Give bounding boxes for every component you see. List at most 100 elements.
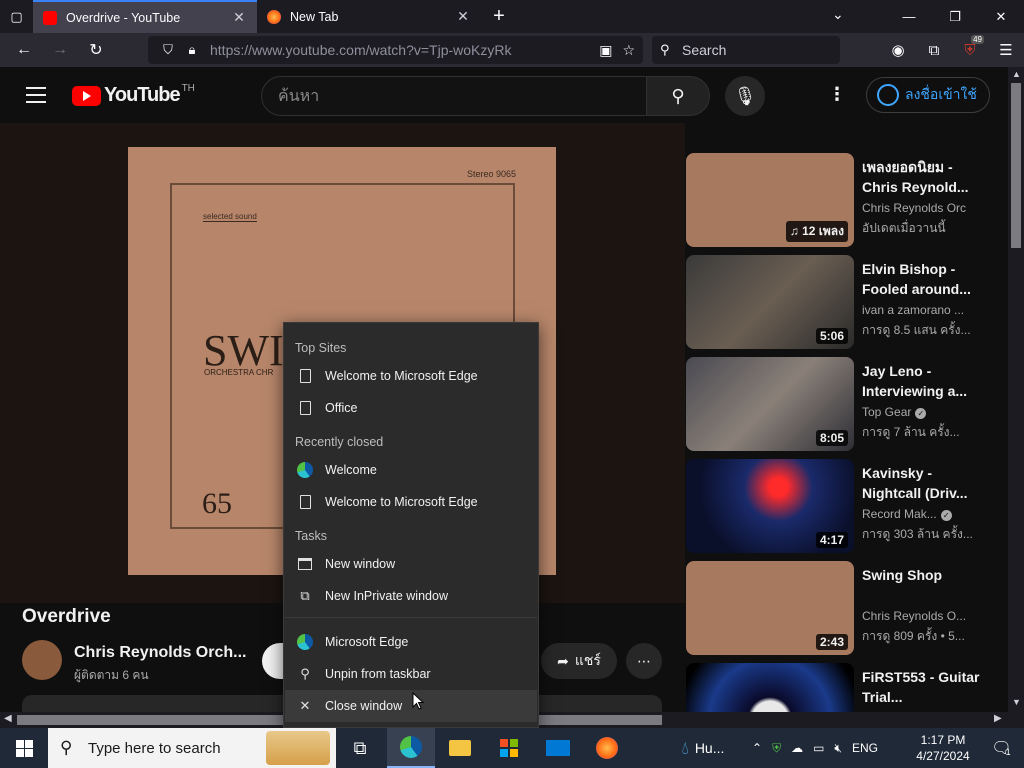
search-icon: ⚲ [660, 42, 670, 57]
notification-center-icon[interactable]: 🗨︎ 1 [978, 728, 1024, 768]
taskbar-clock[interactable]: 1:17 PM 4/27/2024 [910, 732, 976, 764]
jumplist-item-label: Welcome to Microsoft Edge [325, 369, 478, 383]
youtube-search-input[interactable]: ค้นหา [261, 76, 647, 116]
onedrive-cloud-icon[interactable]: ☁ [791, 741, 803, 755]
jumplist-item-close[interactable]: ✕ Close window [285, 690, 537, 722]
bookmark-star-icon[interactable]: ☆ [622, 42, 635, 59]
jumplist-item-recent[interactable]: Welcome [285, 454, 537, 486]
volume-muted-icon[interactable]: 🔇︎ [834, 741, 842, 756]
rec-title[interactable]: เพลงยอดนิยม - Chris Reynold... [862, 157, 992, 197]
tab-youtube[interactable]: Overdrive - YouTube ✕ [33, 0, 257, 33]
vertical-scrollbar[interactable]: ▲ ▼ [1008, 67, 1024, 712]
channel-avatar[interactable] [22, 640, 62, 680]
rec-title[interactable]: Jay Leno - Interviewing a... [862, 361, 992, 401]
scroll-down-arrow-icon[interactable]: ▼ [1012, 697, 1021, 707]
ublock-icon[interactable]: ⛨ 49 [952, 33, 988, 67]
extensions-icon[interactable]: ⧉ [916, 33, 952, 67]
ublock-badge: 49 [971, 35, 984, 44]
rec-title[interactable]: Elvin Bishop - Fooled around... [862, 259, 992, 299]
tab-title: New Tab [290, 9, 339, 24]
scrollbar-corner [1008, 712, 1024, 728]
share-button[interactable]: ➦ แชร์ [541, 643, 617, 679]
settings-kebab-icon[interactable]: ⋮ [828, 84, 846, 105]
scroll-right-arrow-icon[interactable]: ▶ [994, 713, 1002, 724]
video-thumbnail[interactable]: 4:17 [686, 459, 854, 553]
task-view-icon[interactable]: ⧉ [336, 728, 384, 768]
shield-icon[interactable]: ⛉ [156, 42, 180, 58]
lock-icon[interactable]: 🔒︎ [180, 42, 204, 58]
search-icon: ⚲ [60, 738, 73, 757]
scroll-left-arrow-icon[interactable]: ◀ [4, 713, 12, 724]
user-icon [877, 84, 899, 106]
weather-widget[interactable]: 💧︎ Hu... [668, 728, 738, 768]
album-selected-text: selected sound [203, 212, 257, 222]
forward-arrow-icon[interactable]: → [42, 33, 78, 67]
rec-meta: การดู 7 ล้าน ครั้ง... [862, 425, 960, 439]
close-tab-icon[interactable]: ✕ [231, 9, 247, 26]
rec-title[interactable]: Swing Shop [862, 565, 992, 585]
sign-in-button[interactable]: ลงชื่อเข้าใช้ [866, 77, 990, 113]
video-thumbnail[interactable]: 2:43 [686, 561, 854, 655]
jumplist-item-label: New window [325, 557, 396, 571]
rec-title[interactable]: Kavinsky - Nightcall (Driv... [862, 463, 992, 503]
taskbar-search-box[interactable]: ⚲ Type here to search [48, 728, 336, 768]
firefox-taskbar-icon[interactable] [583, 728, 631, 768]
back-arrow-icon[interactable]: ← [6, 33, 42, 67]
jumplist-item-new-window[interactable]: New window [285, 548, 537, 580]
jumplist-item-app[interactable]: Microsoft Edge [285, 626, 537, 658]
show-hidden-icons-chevron-icon[interactable]: ⌃ [752, 741, 762, 755]
rec-channel[interactable]: Record Mak... ✓ [862, 507, 992, 521]
restore-icon[interactable]: ❐ [932, 0, 978, 33]
weather-label: Hu... [694, 740, 725, 756]
close-tab-icon[interactable]: ✕ [455, 8, 471, 25]
video-thumbnail[interactable]: 8:05 [686, 357, 854, 451]
taskbar-jump-list: Top Sites Welcome to Microsoft Edge Offi… [283, 322, 539, 728]
reader-view-icon[interactable]: ▣ [599, 42, 612, 59]
rec-channel[interactable]: Chris Reynolds Orc [862, 201, 992, 215]
scroll-up-arrow-icon[interactable]: ▲ [1012, 69, 1021, 79]
jumplist-item-label: Unpin from taskbar [325, 667, 431, 681]
input-language[interactable]: ENG [852, 741, 878, 755]
new-tab-plus-icon[interactable]: + [481, 5, 517, 28]
youtube-logo[interactable]: YouTube TH [72, 83, 195, 107]
start-button[interactable] [0, 728, 48, 768]
video-thumbnail[interactable]: ♫ 12 เพลง [686, 153, 854, 247]
microsoft-store-icon[interactable] [485, 728, 533, 768]
tab-new-tab[interactable]: New Tab ✕ [257, 0, 481, 33]
jumplist-item-recent[interactable]: Welcome to Microsoft Edge [285, 486, 537, 518]
reload-icon[interactable]: ↻ [78, 33, 114, 67]
edge-taskbar-icon[interactable] [387, 728, 435, 768]
rec-title[interactable]: FiRST553 - Guitar Trial... [862, 667, 992, 707]
file-explorer-icon[interactable] [436, 728, 484, 768]
minimize-icon[interactable]: — [886, 0, 932, 33]
jumplist-item-inprivate[interactable]: ⧉ New InPrivate window [285, 580, 537, 612]
jumplist-item-top-site[interactable]: Office [285, 392, 537, 424]
account-icon[interactable]: ◉ [880, 33, 916, 67]
scrollbar-thumb[interactable] [1011, 83, 1021, 248]
recently-closed-header: Recently closed [295, 435, 384, 449]
youtube-search-button[interactable]: ⚲ [646, 76, 710, 116]
url-text[interactable]: https://www.youtube.com/watch?v=Tjp-woKz… [210, 42, 599, 58]
rec-channel[interactable]: Top Gear ✓ [862, 405, 992, 419]
network-icon[interactable]: ▭ [813, 741, 824, 755]
rec-channel[interactable]: Chris Reynolds O... [862, 609, 992, 623]
more-actions-button[interactable]: ⋯ [626, 643, 662, 679]
jumplist-item-top-site[interactable]: Welcome to Microsoft Edge [285, 360, 537, 392]
guide-menu-icon[interactable] [26, 87, 46, 108]
microphone-icon[interactable]: 🎙︎ [725, 76, 765, 116]
tab-strip: ▢ Overdrive - YouTube ✕ New Tab ✕ + ⌄ — … [0, 0, 1024, 33]
channel-name[interactable]: Chris Reynolds Orch... [74, 644, 246, 662]
jumplist-item-unpin[interactable]: ⚲ Unpin from taskbar [285, 658, 537, 690]
security-shield-icon[interactable]: ⛨ [772, 741, 781, 756]
close-window-icon[interactable]: ✕ [978, 0, 1024, 33]
rec-channel[interactable]: ivan a zamorano ... [862, 303, 992, 317]
menu-hamburger-icon[interactable]: ☰ [988, 33, 1024, 67]
video-duration: 8:05 [815, 430, 848, 446]
video-thumbnail[interactable]: 5:06 [686, 255, 854, 349]
search-bar[interactable]: ⚲ Search [652, 36, 840, 64]
mail-icon[interactable] [534, 728, 582, 768]
video-thumbnail[interactable] [686, 663, 854, 712]
url-bar[interactable]: ⛉ 🔒︎ https://www.youtube.com/watch?v=Tjp… [148, 36, 643, 64]
chevron-down-icon[interactable]: ⌄ [832, 6, 844, 23]
list-all-tabs-icon[interactable]: ▢ [0, 0, 33, 33]
